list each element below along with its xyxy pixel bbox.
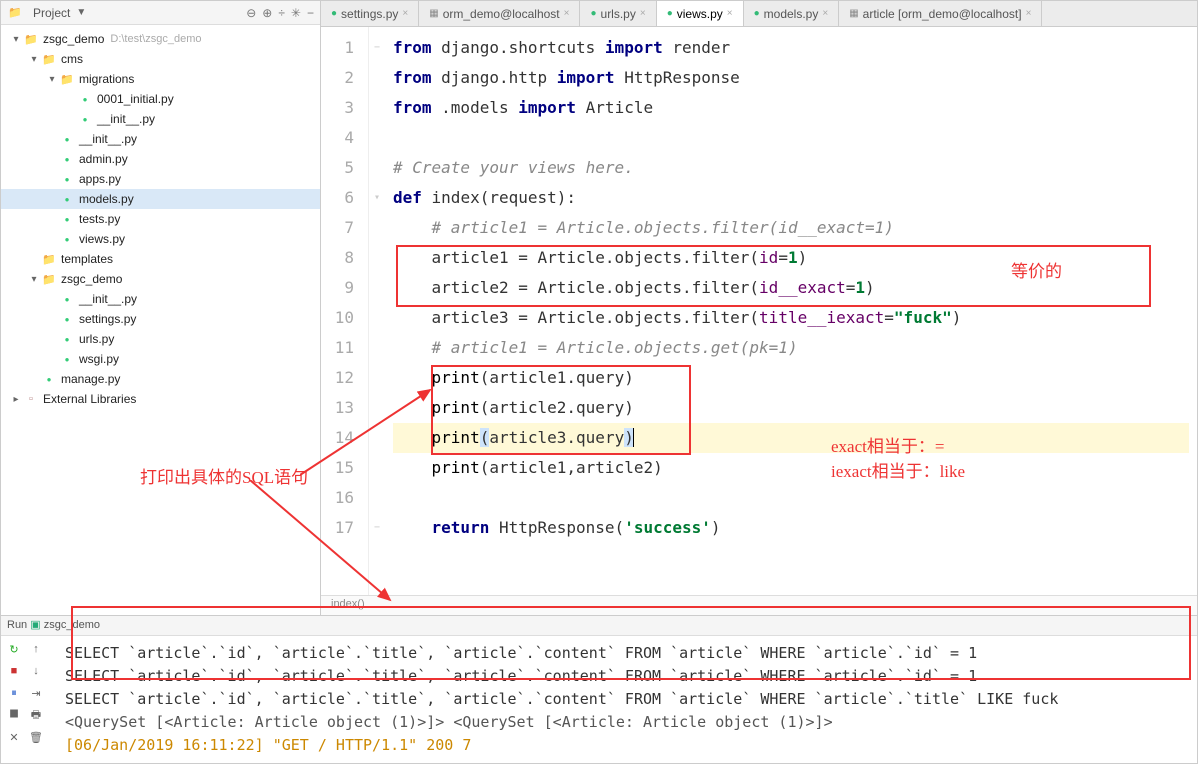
tree-item-templates[interactable]: templates [1,249,320,269]
tree-item-wsgi-py[interactable]: wsgi.py [1,349,320,369]
tree-item-admin-py[interactable]: admin.py [1,149,320,169]
pause-button[interactable]: ⏸ [5,684,23,702]
project-icon [7,5,23,21]
run-panel: Run ▣ zsgc_demo ↻↑ ■↓ ⏸⇥ ⯀🖶 ✕🗑 SELECT `a… [0,616,1198,764]
project-sidebar: Project ▼ ⊖ ⊕ ÷ ✳ − ▾zsgc_demoD:\test\zs… [1,1,321,615]
tree-item-tests-py[interactable]: tests.py [1,209,320,229]
breadcrumb[interactable]: index() [321,595,1197,615]
trash-button[interactable]: 🗑 [27,728,45,746]
close-icon[interactable]: × [727,8,733,19]
line-gutter: 1234567891011121314151617 [321,27,369,595]
tree-item-models-py[interactable]: models.py [1,189,320,209]
project-header: Project ▼ ⊖ ⊕ ÷ ✳ − [1,1,320,25]
tree-item-apps-py[interactable]: apps.py [1,169,320,189]
close-button[interactable]: ✕ [5,728,23,746]
run-label: Run [7,619,27,631]
tab-article-orm_demo-localhost-[interactable]: ▦article [orm_demo@localhost]× [839,1,1042,26]
tab-settings-py[interactable]: ●settings.py× [321,1,419,26]
stop-button[interactable]: ■ [5,662,23,680]
close-icon[interactable]: × [822,8,828,19]
tree-item-External-Libraries[interactable]: ▸External Libraries [1,389,320,409]
code-area[interactable]: from django.shortcuts import renderfrom … [385,27,1197,595]
tree-item-__init__-py[interactable]: __init__.py [1,109,320,129]
up-button[interactable]: ↑ [27,640,45,658]
close-icon[interactable]: × [402,8,408,19]
tree-item-settings-py[interactable]: settings.py [1,309,320,329]
tree-item-migrations[interactable]: ▾migrations [1,69,320,89]
tree-item-__init__-py[interactable]: __init__.py [1,289,320,309]
run-toolbar: ↻↑ ■↓ ⏸⇥ ⯀🖶 ✕🗑 [1,636,57,763]
target-icon[interactable]: ⊕ [262,6,272,20]
hide-icon[interactable]: − [307,6,314,20]
tree-item-urls-py[interactable]: urls.py [1,329,320,349]
tab-orm_demo-localhost[interactable]: ▦orm_demo@localhost× [419,1,580,26]
tab-urls-py[interactable]: ●urls.py× [580,1,656,26]
chevron-down-icon[interactable]: ▼ [76,7,86,18]
gear-icon[interactable]: ✳ [291,6,301,20]
fold-column[interactable]: −▾− [369,27,385,595]
tree-item-manage-py[interactable]: manage.py [1,369,320,389]
close-icon[interactable]: × [1026,8,1032,19]
tree-item-zsgc_demo[interactable]: ▾zsgc_demoD:\test\zsgc_demo [1,29,320,49]
collapse-icon[interactable]: ⊖ [246,6,256,20]
tree-item-zsgc_demo[interactable]: ▾zsgc_demo [1,269,320,289]
tab-views-py[interactable]: ●views.py× [657,1,744,26]
tree-item-cms[interactable]: ▾cms [1,49,320,69]
divide-icon[interactable]: ÷ [278,6,285,20]
project-title: Project [33,6,70,20]
wrap-button[interactable]: ⇥ [27,684,45,702]
editor-tabs[interactable]: ●settings.py×▦orm_demo@localhost×●urls.p… [321,1,1197,27]
rerun-button[interactable]: ↻ [5,640,23,658]
project-tree[interactable]: ▾zsgc_demoD:\test\zsgc_demo▾cms▾migratio… [1,25,320,615]
tree-item-views-py[interactable]: views.py [1,229,320,249]
exit-button[interactable]: ⯀ [5,706,23,724]
console-output[interactable]: SELECT `article`.`id`, `article`.`title`… [57,636,1197,763]
close-icon[interactable]: × [640,8,646,19]
close-icon[interactable]: × [564,8,570,19]
tab-models-py[interactable]: ●models.py× [744,1,840,26]
down-button[interactable]: ↓ [27,662,45,680]
print-button[interactable]: 🖶 [27,706,45,724]
code-editor[interactable]: 1234567891011121314151617 −▾− from djang… [321,27,1197,595]
tree-item-__init__-py[interactable]: __init__.py [1,129,320,149]
run-config[interactable]: zsgc_demo [44,619,100,631]
tree-item-0001_initial-py[interactable]: 0001_initial.py [1,89,320,109]
